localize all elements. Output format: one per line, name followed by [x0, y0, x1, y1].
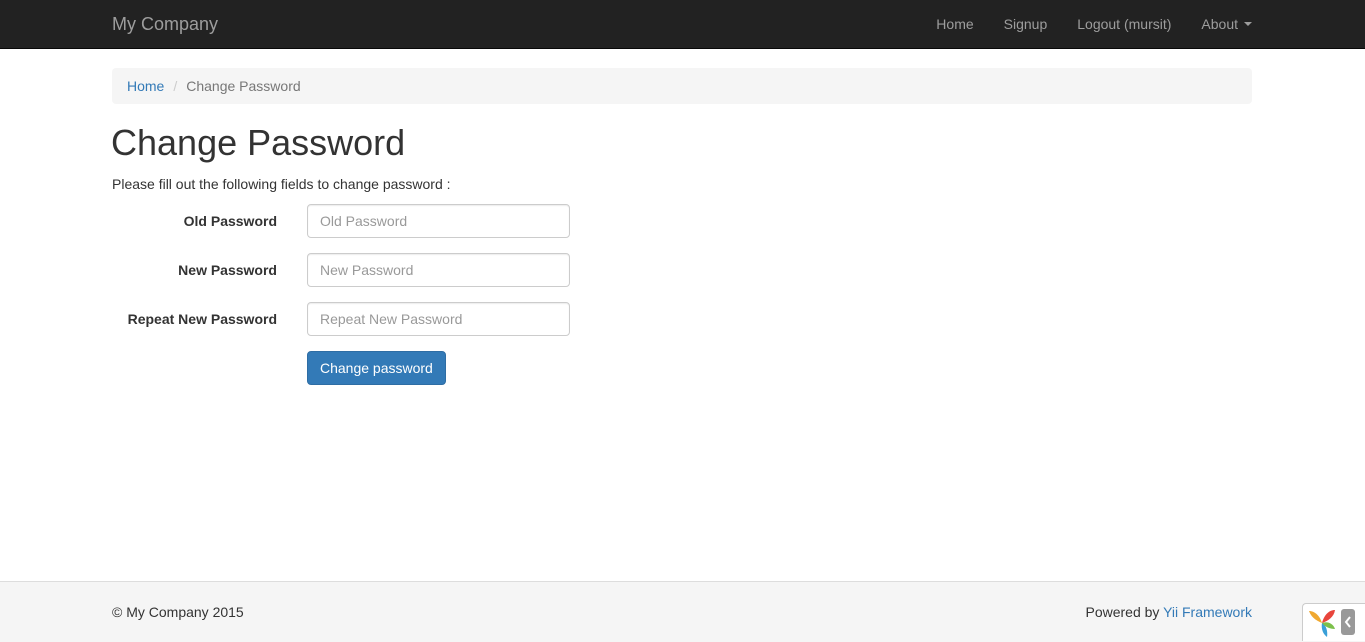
caret-down-icon: [1244, 22, 1252, 26]
footer-copyright: © My Company 2015: [112, 604, 244, 620]
brand-link[interactable]: My Company: [112, 13, 218, 35]
debug-toggle-button[interactable]: [1341, 609, 1355, 635]
breadcrumb: Home / Change Password: [112, 68, 1252, 104]
footer-powered-by-text: Powered by: [1085, 604, 1164, 620]
old-password-input[interactable]: [307, 204, 570, 238]
nav-item-about-label: About: [1201, 16, 1238, 32]
breadcrumb-active: Change Password: [186, 78, 301, 94]
repeat-password-row: Repeat New Password: [112, 302, 570, 336]
chevron-left-icon: [1344, 616, 1351, 628]
change-password-button[interactable]: Change password: [307, 351, 446, 385]
footer-powered-by: Powered by Yii Framework: [1085, 604, 1252, 620]
nav-item-about[interactable]: About: [1186, 0, 1252, 48]
page-intro: Please fill out the following fields to …: [112, 176, 451, 192]
repeat-password-input[interactable]: [307, 302, 570, 336]
breadcrumb-home-link[interactable]: Home: [127, 78, 164, 94]
navbar: My Company Home Signup Logout (mursit) A…: [0, 0, 1365, 49]
new-password-row: New Password: [112, 253, 570, 287]
yii-framework-link[interactable]: Yii Framework: [1163, 604, 1252, 620]
breadcrumb-separator: /: [173, 78, 178, 94]
footer: © My Company 2015 Powered by Yii Framewo…: [0, 581, 1365, 642]
new-password-input[interactable]: [307, 253, 570, 287]
new-password-label: New Password: [178, 262, 277, 278]
page-title: Change Password: [111, 122, 406, 163]
nav-menu: Home Signup Logout (mursit) About: [921, 0, 1252, 48]
old-password-row: Old Password: [112, 204, 570, 238]
nav-item-signup[interactable]: Signup: [989, 0, 1063, 48]
old-password-label: Old Password: [183, 213, 277, 229]
debug-toolbar: [1302, 603, 1365, 641]
yii-logo-icon[interactable]: [1307, 607, 1337, 639]
repeat-password-label: Repeat New Password: [127, 311, 277, 327]
nav-item-logout[interactable]: Logout (mursit): [1062, 0, 1186, 48]
nav-item-home[interactable]: Home: [921, 0, 988, 48]
